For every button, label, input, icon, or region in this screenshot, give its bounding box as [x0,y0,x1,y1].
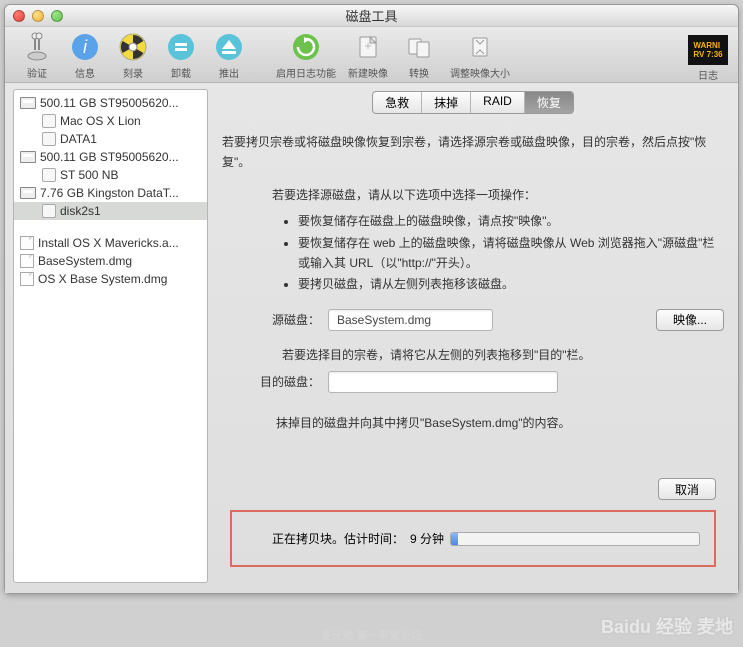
toolbar-unmount[interactable]: 卸载 [159,31,203,80]
sub-intro-text: 若要选择源磁盘，请从以下选项中选择一项操作： [272,185,724,205]
tab-first-aid[interactable]: 急救 [373,92,422,113]
footer: 取消 正在拷贝块。估计时间： 9 分钟 [216,464,730,583]
bullet-item: 要拷贝磁盘，请从左侧列表拖移该磁盘。 [298,274,724,294]
volume-icon [42,204,56,218]
toolbar-new-image[interactable]: 新建映像 [343,31,393,80]
dest-hint: 若要选择目的宗卷，请将它从左侧的列表拖移到"目的"栏。 [282,345,724,365]
hdd-icon [20,151,36,163]
sidebar-volume[interactable]: Mac OS X Lion [14,112,207,130]
toolbar-label: 推出 [219,65,239,80]
source-label: 源磁盘： [260,310,320,330]
source-row: 源磁盘： BaseSystem.dmg 映像... [260,309,724,331]
toolbar-label: 刻录 [123,65,143,80]
toolbar-label: 信息 [75,65,95,80]
toolbar-label: 新建映像 [348,65,388,80]
dmg-icon [20,254,34,268]
sidebar-disk[interactable]: 500.11 GB ST95005620... [14,148,207,166]
sidebar-image[interactable]: Install OS X Mavericks.a... [14,234,207,252]
toolbar-label: 调整映像大小 [450,65,510,80]
disk-utility-window: 磁盘工具 验证 i 信息 刻录 卸载 推出 启用日志功能 新建映像 [4,4,739,594]
sidebar-image[interactable]: BaseSystem.dmg [14,252,207,270]
tab-restore[interactable]: 恢复 [525,92,573,113]
hdd-icon [20,97,36,109]
sidebar-disk[interactable]: 500.11 GB ST95005620... [14,94,207,112]
sidebar-volume[interactable]: DATA1 [14,130,207,148]
bullet-item: 要恢复储存在 web 上的磁盘映像，请将磁盘映像从 Web 浏览器拖入"源磁盘"… [298,233,724,274]
intro-text: 若要拷贝宗卷或将磁盘映像恢复到宗卷，请选择源宗卷或磁盘映像，目的宗卷，然后点按"… [222,132,724,173]
tab-erase[interactable]: 抹掉 [422,92,471,113]
toolbar-eject[interactable]: 推出 [207,31,251,80]
main-panel: 急救 抹掉 RAID 恢复 若要拷贝宗卷或将磁盘映像恢复到宗卷，请选择源宗卷或磁… [216,89,730,583]
sidebar: 500.11 GB ST95005620... Mac OS X Lion DA… [13,89,208,583]
destination-label: 目的磁盘： [260,372,320,392]
toolbar-label: 卸载 [171,65,191,80]
toolbar-burn[interactable]: 刻录 [111,31,155,80]
warning-icon: WARNIRV 7:36 [688,35,728,65]
erase-note: 抹掉目的磁盘并向其中拷贝"BaseSystem.dmg"的内容。 [276,413,724,433]
window-title: 磁盘工具 [5,6,738,25]
cancel-button[interactable]: 取消 [658,478,716,500]
toolbar-label: 启用日志功能 [276,65,336,80]
toolbar-label: 转换 [409,65,429,80]
bullet-list: 要恢复储存在磁盘上的磁盘映像，请点按"映像"。 要恢复储存在 web 上的磁盘映… [298,211,724,295]
tabs: 急救 抹掉 RAID 恢复 [216,91,730,114]
toolbar: 验证 i 信息 刻录 卸载 推出 启用日志功能 新建映像 转换 [5,27,738,83]
volume-icon [42,114,56,128]
progress-label: 正在拷贝块。估计时间： [272,530,404,547]
dmg-icon [20,272,34,286]
toolbar-enable-journaling[interactable]: 启用日志功能 [273,31,339,80]
volume-icon [42,168,56,182]
progress-bar [450,532,700,546]
titlebar[interactable]: 磁盘工具 [5,5,738,27]
volume-icon [42,132,56,146]
toolbar-info[interactable]: i 信息 [63,31,107,80]
toolbar-log[interactable]: WARNIRV 7:36 日志 [688,31,728,82]
dmg-icon [20,236,34,250]
tab-raid[interactable]: RAID [471,92,525,113]
progress-time: 9 分钟 [410,530,444,547]
toolbar-verify[interactable]: 验证 [15,31,59,80]
bullet-item: 要恢复储存在磁盘上的磁盘映像，请点按"映像"。 [298,211,724,231]
source-input[interactable]: BaseSystem.dmg [328,309,493,331]
sidebar-image[interactable]: OS X Base System.dmg [14,270,207,288]
destination-input[interactable] [328,371,558,393]
image-button[interactable]: 映像... [656,309,724,331]
restore-content: 若要拷贝宗卷或将磁盘映像恢复到宗卷，请选择源宗卷或磁盘映像，目的宗卷，然后点按"… [216,114,730,434]
toolbar-label: 验证 [27,65,47,80]
sidebar-volume[interactable]: ST 500 NB [14,166,207,184]
watermark-sub: 麦牙地 第一苹果论坛 [0,627,743,643]
toolbar-convert[interactable]: 转换 [397,31,441,80]
toolbar-resize-image[interactable]: 调整映像大小 [445,31,515,80]
hdd-icon [20,187,36,199]
destination-row: 目的磁盘： [260,371,724,393]
sidebar-volume-selected[interactable]: disk2s1 [14,202,207,220]
progress-highlight: 正在拷贝块。估计时间： 9 分钟 [230,510,716,567]
sidebar-disk[interactable]: 7.76 GB Kingston DataT... [14,184,207,202]
